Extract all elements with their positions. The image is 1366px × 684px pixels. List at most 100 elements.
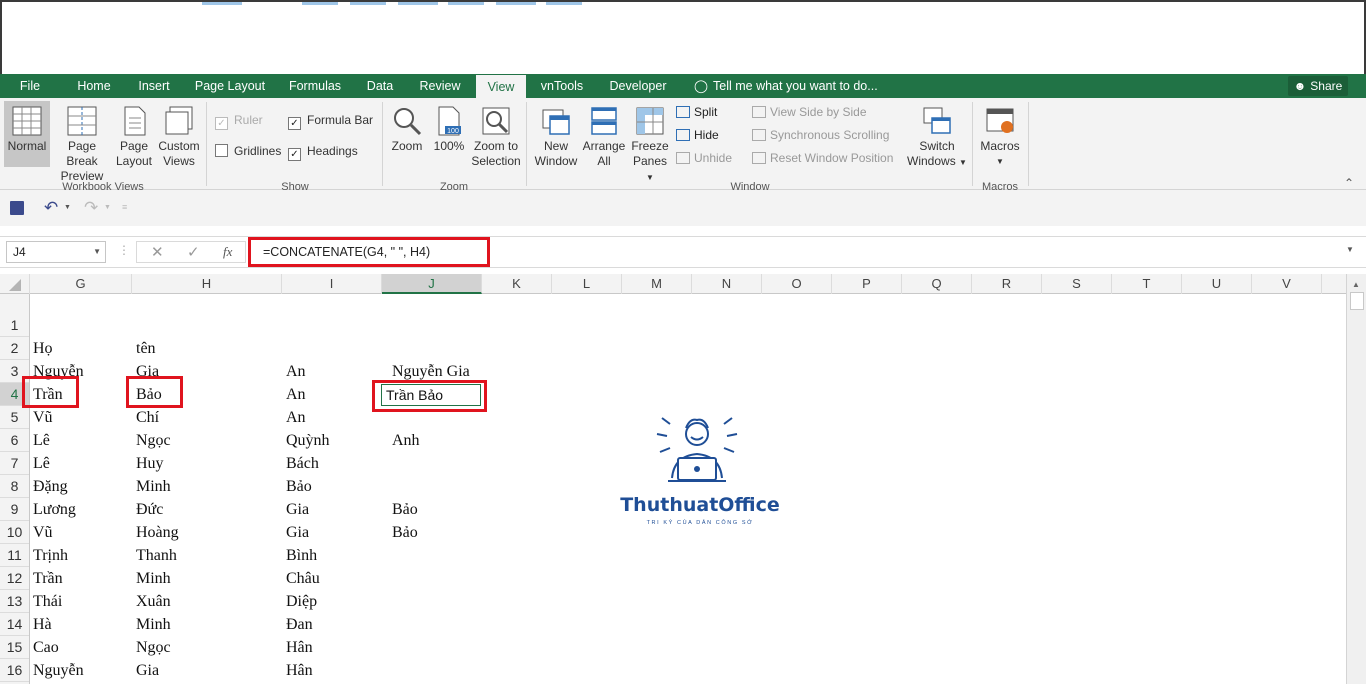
unhide-button[interactable]: Unhide — [676, 150, 732, 166]
tell-me-search[interactable]: ◯ Tell me what you want to do... — [694, 74, 878, 98]
customize-qat-icon[interactable]: ≡ — [122, 202, 127, 212]
cell-i9[interactable]: Gia — [286, 498, 309, 521]
cell-i10[interactable]: Gia — [286, 521, 309, 544]
zoom-button[interactable]: Zoom — [387, 101, 427, 159]
cell-h12[interactable]: Minh — [136, 567, 171, 590]
row-header[interactable]: 6 — [0, 429, 29, 452]
cell-j6[interactable]: Anh — [392, 429, 420, 452]
tab-formulas[interactable]: Formulas — [280, 74, 350, 98]
column-header-h[interactable]: H — [132, 274, 282, 294]
tab-file[interactable]: File — [10, 74, 50, 98]
vertical-scrollbar[interactable]: ▲ — [1346, 274, 1366, 684]
cell-g13[interactable]: Thái — [33, 590, 62, 613]
share-button[interactable]: ☻ Share — [1288, 76, 1348, 96]
cell-g8[interactable]: Đặng — [33, 475, 68, 498]
tab-page-layout[interactable]: Page Layout — [188, 74, 272, 98]
insert-function-icon[interactable]: fx — [223, 244, 232, 260]
page-layout-button[interactable]: Page Layout — [114, 101, 154, 171]
cell-i14[interactable]: Đan — [286, 613, 313, 636]
ruler-checkbox[interactable]: ✓ Ruler — [215, 112, 263, 130]
row-header[interactable]: 8 — [0, 475, 29, 498]
row-header[interactable]: 7 — [0, 452, 29, 475]
expand-formula-bar-icon[interactable]: ▼ — [1346, 245, 1354, 254]
row-header[interactable]: 16 — [0, 659, 29, 682]
undo-icon[interactable]: ↶ — [44, 198, 58, 218]
synchronous-scrolling-button[interactable]: Synchronous Scrolling — [752, 127, 889, 143]
redo-icon[interactable]: ↷ — [84, 198, 98, 218]
new-window-button[interactable]: New Window — [530, 101, 582, 171]
cell-i7[interactable]: Bách — [286, 452, 319, 475]
cell-i8[interactable]: Bảo — [286, 475, 312, 498]
cell-j10[interactable]: Bảo — [392, 521, 418, 544]
custom-views-button[interactable]: Custom Views — [156, 101, 202, 171]
cell-g10[interactable]: Vũ — [33, 521, 53, 544]
row-header[interactable]: 9 — [0, 498, 29, 521]
row-header[interactable]: 12 — [0, 567, 29, 590]
freeze-panes-button[interactable]: Freeze Panes ▼ — [628, 101, 672, 182]
cell-i16[interactable]: Hân — [286, 659, 313, 682]
row-header[interactable]: 1 — [0, 314, 29, 337]
row-header[interactable]: 15 — [0, 636, 29, 659]
column-header-r[interactable]: R — [972, 274, 1042, 294]
split-button[interactable]: Split — [676, 104, 717, 120]
column-header-l[interactable]: L — [552, 274, 622, 294]
redo-dropdown-icon[interactable]: ▼ — [104, 204, 111, 211]
tab-review[interactable]: Review — [410, 74, 470, 98]
view-side-by-side-button[interactable]: View Side by Side — [752, 104, 867, 120]
cell-h7[interactable]: Huy — [136, 452, 164, 475]
column-header-t[interactable]: T — [1112, 274, 1182, 294]
row-header[interactable]: 14 — [0, 613, 29, 636]
cell-h5[interactable]: Chí — [136, 406, 159, 429]
column-header-m[interactable]: M — [622, 274, 692, 294]
column-header-v[interactable]: V — [1252, 274, 1322, 294]
hide-button[interactable]: Hide — [676, 127, 719, 143]
headings-checkbox[interactable]: ✓ Headings — [288, 143, 358, 161]
cell-i15[interactable]: Hân — [286, 636, 313, 659]
cell-g12[interactable]: Trần — [33, 567, 63, 590]
page-break-preview-button[interactable]: Page Break Preview — [52, 101, 112, 183]
scroll-thumb[interactable] — [1350, 292, 1364, 310]
cell-g6[interactable]: Lê — [33, 429, 50, 452]
cell-h16[interactable]: Gia — [136, 659, 159, 682]
cell-h10[interactable]: Hoàng — [136, 521, 179, 544]
cell-g15[interactable]: Cao — [33, 636, 59, 659]
cell-g14[interactable]: Hà — [33, 613, 52, 636]
normal-view-button[interactable]: Normal — [4, 101, 50, 167]
select-all-corner[interactable] — [0, 274, 30, 294]
cell-h2[interactable]: tên — [136, 337, 156, 360]
cell-g2[interactable]: Họ — [33, 337, 53, 360]
cell-i13[interactable]: Diệp — [286, 590, 317, 613]
worksheet-grid[interactable]: Họ tên Nguyễn Gia An Nguyễn Gia Trần Bảo… — [22, 294, 1346, 684]
cell-i6[interactable]: Quỳnh — [286, 429, 330, 452]
row-header[interactable]: 11 — [0, 544, 29, 567]
column-header-j[interactable]: J — [382, 274, 482, 294]
collapse-ribbon-icon[interactable]: ⌃ — [1344, 176, 1354, 190]
switch-windows-button[interactable]: Switch Windows ▼ — [906, 101, 968, 171]
column-header-p[interactable]: P — [832, 274, 902, 294]
cell-i12[interactable]: Châu — [286, 567, 320, 590]
tab-developer[interactable]: Developer — [600, 74, 676, 98]
enter-icon[interactable]: ✓ — [187, 243, 200, 261]
cell-g9[interactable]: Lương — [33, 498, 76, 521]
row-header[interactable]: 13 — [0, 590, 29, 613]
scroll-up-icon[interactable]: ▲ — [1352, 280, 1360, 289]
cell-h9[interactable]: Đức — [136, 498, 163, 521]
cell-h14[interactable]: Minh — [136, 613, 171, 636]
formula-bar-checkbox[interactable]: ✓ Formula Bar — [288, 112, 373, 130]
cell-h13[interactable]: Xuân — [136, 590, 171, 613]
cell-h15[interactable]: Ngọc — [136, 636, 171, 659]
arrange-all-button[interactable]: Arrange All — [582, 101, 626, 171]
row-header[interactable]: 10 — [0, 521, 29, 544]
cell-g5[interactable]: Vũ — [33, 406, 53, 429]
tab-view[interactable]: View — [476, 75, 526, 98]
column-header-i[interactable]: I — [282, 274, 382, 294]
tab-data[interactable]: Data — [358, 74, 402, 98]
cell-g7[interactable]: Lê — [33, 452, 50, 475]
cell-i4[interactable]: An — [286, 383, 306, 406]
macros-button[interactable]: Macros ▼ — [976, 101, 1024, 171]
cell-h8[interactable]: Minh — [136, 475, 171, 498]
cell-h6[interactable]: Ngọc — [136, 429, 171, 452]
save-icon[interactable] — [10, 201, 24, 215]
row-header[interactable]: 5 — [0, 406, 29, 429]
tab-vntools[interactable]: vnTools — [532, 74, 592, 98]
